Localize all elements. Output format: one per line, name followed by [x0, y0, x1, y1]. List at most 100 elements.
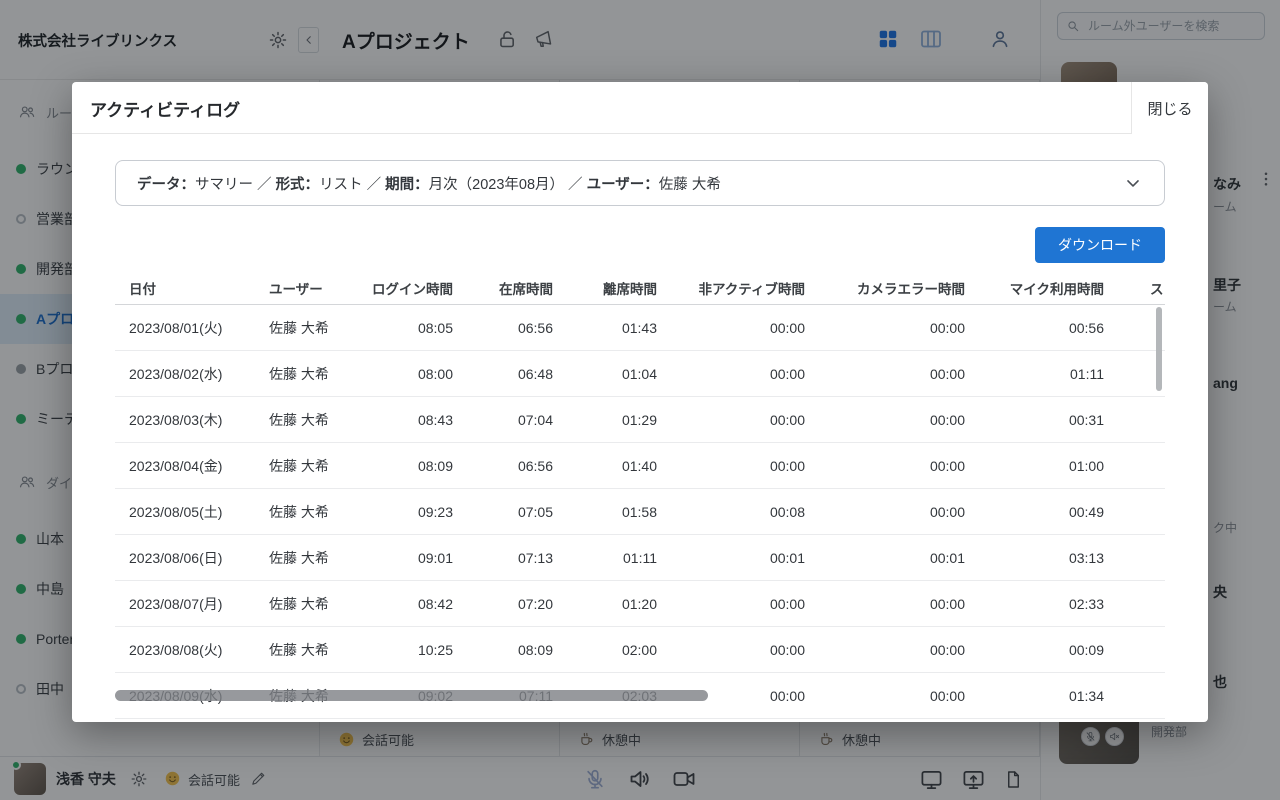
- table-cell: 佐藤 大希: [269, 595, 329, 612]
- table-cell: 2023/08/05(土): [129, 503, 223, 520]
- table-cell: 01:20: [621, 595, 657, 612]
- download-row: ダウンロード: [115, 227, 1165, 263]
- table-cell: 03:13: [1068, 549, 1104, 566]
- download-button[interactable]: ダウンロード: [1035, 227, 1165, 263]
- table-row: 2023/08/03(木) 佐藤 大希 08:43 07:04 01:29 00:00 00…: [115, 397, 1165, 443]
- column-header: 離席時間: [603, 281, 657, 297]
- table-cell: 10:25: [417, 641, 453, 658]
- table-cell: 00:01: [769, 549, 805, 566]
- table-cell: 00:00: [769, 457, 805, 474]
- table-cell: 00:49: [1068, 503, 1104, 520]
- table-cell: 00:00: [769, 411, 805, 428]
- table-cell: 01:11: [1070, 365, 1104, 382]
- table-cell: 08:42: [417, 595, 453, 612]
- table-cell: 01:11: [623, 549, 657, 566]
- filter-value: 月次（2023年08月）: [428, 176, 565, 193]
- table-cell: 00:01: [929, 549, 965, 566]
- table-cell: 06:56: [517, 319, 553, 336]
- filter-value: リスト: [319, 176, 363, 193]
- filter-key: データ：: [137, 176, 195, 193]
- column-header: 在席時間: [499, 281, 553, 297]
- filter-text: データ：サマリー ／ 形式：リスト ／ 期間：月次（2023年08月） ／ ユー…: [137, 173, 721, 194]
- table-header-row: 日付 ユーザー ログイン時間 在席時間 離席時間 非アクティブ時間 カメラエラー時間 マイク利…: [115, 271, 1165, 305]
- table-row: 2023/08/07(月) 佐藤 大希 08:42 07:20 01:20 00:00 00…: [115, 581, 1165, 627]
- table-cell: 2023/08/03(木): [129, 411, 223, 428]
- modal-body: データ：サマリー ／ 形式：リスト ／ 期間：月次（2023年08月） ／ ユー…: [72, 134, 1208, 722]
- table-cell: 2023/08/06(日): [129, 549, 223, 566]
- table-cell: 00:00: [929, 641, 965, 658]
- column-header: マイク利用時間: [1009, 281, 1104, 297]
- table-cell: 佐藤 大希: [269, 457, 329, 474]
- activity-table: 日付 ユーザー ログイン時間 在席時間 離席時間 非アクティブ時間 カメラエラー時間 マイク利…: [115, 271, 1165, 722]
- table-cell: 09:23: [417, 503, 453, 520]
- table-row: 2023/08/02(水) 佐藤 大希 08:00 06:48 01:04 00:00 00…: [115, 351, 1165, 397]
- table-cell: 00:00: [929, 503, 965, 520]
- table-cell: 08:05: [417, 319, 453, 336]
- table-cell: 01:29: [621, 411, 657, 428]
- table-cell: 08:09: [417, 457, 453, 474]
- table-cell: 07:13: [517, 549, 553, 566]
- vertical-scrollbar[interactable]: [1156, 307, 1162, 391]
- table-cell: 佐藤 大希: [269, 549, 329, 566]
- close-button[interactable]: 閉じる: [1131, 82, 1208, 134]
- column-header: ログイン時間: [372, 281, 453, 297]
- filter-key: 形式：: [275, 176, 320, 193]
- table-cell: 00:08: [769, 503, 805, 520]
- table-cell: 01:34: [1068, 687, 1104, 704]
- table-cell: 01:00: [1068, 457, 1104, 474]
- table-cell: 佐藤 大希: [269, 503, 329, 520]
- table-cell: 佐藤 大希: [269, 365, 329, 382]
- table-cell: 02:00: [621, 641, 657, 658]
- app-root: 株式会社ライブリンクス Aプロジェクト ルームラウンジ営業部開発部Aプロジェクト…: [0, 0, 1280, 800]
- modal-title: アクティビティログ: [90, 100, 241, 120]
- table-cell: 佐藤 大希: [269, 411, 329, 428]
- table-cell: 01:04: [621, 365, 657, 382]
- column-header: 日付: [129, 281, 156, 297]
- table-row: 2023/08/04(金) 佐藤 大希 08:09 06:56 01:40 00:00 00…: [115, 443, 1165, 489]
- table-cell: 00:00: [769, 595, 805, 612]
- table-cell: 01:40: [621, 457, 657, 474]
- column-header: スピーカー利用時間: [1150, 281, 1165, 297]
- table-cell: 06:56: [517, 457, 553, 474]
- table-cell: 佐藤 大希: [269, 641, 329, 658]
- table-cell: 00:00: [769, 641, 805, 658]
- activity-log-modal: アクティビティログ 閉じる データ：サマリー ／ 形式：リスト ／ 期間：月次（…: [72, 82, 1208, 722]
- table-body: 2023/08/01(火) 佐藤 大希 08:05 06:56 01:43 00:00 00…: [115, 305, 1165, 719]
- table-cell: 00:31: [1068, 411, 1104, 428]
- table-cell: 02:33: [1068, 595, 1104, 612]
- filter-value: ／: [362, 176, 386, 193]
- modal-header: アクティビティログ 閉じる: [72, 82, 1208, 134]
- table-cell: 06:48: [517, 365, 553, 382]
- table-cell: 09:01: [417, 549, 453, 566]
- filter-dropdown[interactable]: データ：サマリー ／ 形式：リスト ／ 期間：月次（2023年08月） ／ ユー…: [115, 160, 1165, 206]
- table-cell: 00:00: [929, 687, 965, 704]
- table-cell: 00:00: [769, 365, 805, 382]
- table-cell: 2023/08/07(月): [129, 595, 223, 612]
- column-header: ユーザー: [269, 281, 323, 297]
- table-cell: 07:20: [517, 595, 553, 612]
- filter-value: ／: [564, 176, 587, 193]
- chevron-down-icon: [1123, 173, 1143, 193]
- table-cell: 00:09: [1068, 641, 1104, 658]
- table-cell: 07:05: [517, 503, 553, 520]
- table-cell: 2023/08/02(水): [129, 365, 223, 382]
- table-cell: 00:00: [929, 411, 965, 428]
- filter-value: サマリー: [195, 176, 253, 193]
- table-cell: 00:00: [929, 319, 965, 336]
- table-row: 2023/08/01(火) 佐藤 大希 08:05 06:56 01:43 00:00 00…: [115, 305, 1165, 351]
- table-cell: 08:09: [517, 641, 553, 658]
- table-cell: 00:00: [929, 365, 965, 382]
- table-cell: 01:43: [621, 319, 657, 336]
- table-cell: 00:00: [929, 595, 965, 612]
- table-cell: 08:43: [417, 411, 453, 428]
- table-row: 2023/08/06(日) 佐藤 大希 09:01 07:13 01:11 00:01 00…: [115, 535, 1165, 581]
- table-cell: 2023/08/08(火): [129, 641, 223, 658]
- table-cell: 00:56: [1068, 319, 1104, 336]
- horizontal-scrollbar[interactable]: [115, 690, 708, 701]
- table-cell: 01:58: [621, 503, 657, 520]
- column-header: 非アクティブ時間: [698, 281, 805, 297]
- table-row: 2023/08/08(火) 佐藤 大希 10:25 08:09 02:00 00:00 00…: [115, 627, 1165, 673]
- filter-key: ユーザー：: [586, 176, 659, 193]
- table-cell: 00:00: [769, 319, 805, 336]
- table-cell: 佐藤 大希: [269, 319, 329, 336]
